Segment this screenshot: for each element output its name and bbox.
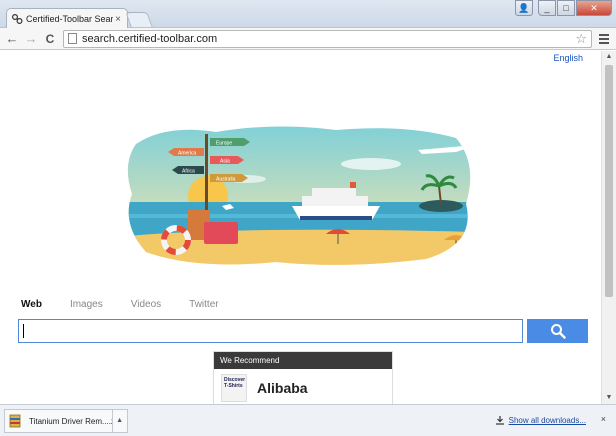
download-file-name: Titanium Driver Rem....zip: [29, 416, 113, 426]
show-all-downloads-label[interactable]: Show all downloads...: [509, 416, 586, 425]
tab-videos[interactable]: Videos: [131, 299, 161, 310]
bookmark-star-icon[interactable]: ☆: [575, 31, 587, 47]
tab-twitter[interactable]: Twitter: [189, 299, 218, 310]
recommend-header: We Recommend: [214, 352, 392, 369]
recommend-title[interactable]: Alibaba: [257, 380, 308, 396]
sign-america: America: [178, 151, 197, 157]
download-bar: Titanium Driver Rem....zip ▲ Show all do…: [0, 404, 616, 436]
recommend-item[interactable]: Discover T-Shirts Alibaba: [214, 369, 392, 404]
sign-europe: Europe: [216, 141, 232, 147]
recommend-box: We Recommend Discover T-Shirts Alibaba: [213, 351, 393, 404]
tab-close-icon[interactable]: ×: [113, 14, 123, 25]
window-controls: 👤 _ □ ✕: [515, 0, 612, 16]
browser-tab[interactable]: Certified-Toolbar Search ×: [6, 8, 128, 29]
search-type-tabs: Web Images Videos Twitter: [21, 299, 247, 310]
minimize-button[interactable]: _: [538, 0, 556, 16]
toolbar-favicon-icon: [11, 13, 23, 25]
zip-file-icon: [9, 414, 21, 428]
address-bar[interactable]: search.certified-toolbar.com ☆: [63, 29, 592, 48]
tab-images[interactable]: Images: [70, 299, 103, 310]
vertical-scrollbar[interactable]: ▲ ▼: [601, 51, 616, 404]
search-input[interactable]: [18, 319, 523, 343]
download-options-icon[interactable]: ▲: [112, 410, 123, 432]
search-button[interactable]: [527, 319, 588, 343]
new-tab-button[interactable]: [125, 12, 153, 27]
menu-icon[interactable]: [596, 31, 612, 47]
address-url[interactable]: search.certified-toolbar.com: [82, 33, 575, 45]
scrollbar-thumb[interactable]: [605, 65, 613, 297]
search-icon: [550, 324, 566, 339]
tab-web[interactable]: Web: [21, 299, 42, 310]
sign-asia: Asia: [220, 159, 230, 165]
user-icon[interactable]: 👤: [515, 0, 533, 16]
maximize-button[interactable]: □: [557, 0, 575, 16]
download-icon: [495, 416, 504, 425]
tab-title: Certified-Toolbar Search: [26, 14, 113, 24]
show-all-downloads-link[interactable]: Show all downloads...: [495, 415, 586, 425]
sign-africa: Africa: [182, 169, 195, 175]
back-button[interactable]: ←: [4, 31, 20, 47]
forward-button[interactable]: →: [23, 31, 39, 47]
title-bar: Certified-Toolbar Search × 👤 _ □ ✕: [0, 0, 616, 29]
browser-toolbar: ← → C search.certified-toolbar.com ☆: [0, 28, 616, 50]
page-icon: [68, 33, 77, 44]
sign-australia: Australia: [216, 177, 236, 183]
scroll-down-icon[interactable]: ▼: [602, 392, 616, 404]
language-link[interactable]: English: [553, 53, 583, 63]
text-caret: [23, 324, 24, 338]
beach-illustration: Europe America Asia Africa Australia: [127, 126, 471, 265]
scroll-up-icon[interactable]: ▲: [602, 51, 616, 63]
close-window-button[interactable]: ✕: [576, 0, 612, 16]
page-viewport: English Europe America Asia Africa Austr…: [0, 51, 601, 404]
recommend-thumbnail[interactable]: Discover T-Shirts: [221, 374, 247, 402]
download-item[interactable]: Titanium Driver Rem....zip ▲: [4, 409, 128, 433]
close-download-bar-icon[interactable]: ×: [601, 414, 606, 424]
reload-button[interactable]: C: [42, 31, 58, 47]
